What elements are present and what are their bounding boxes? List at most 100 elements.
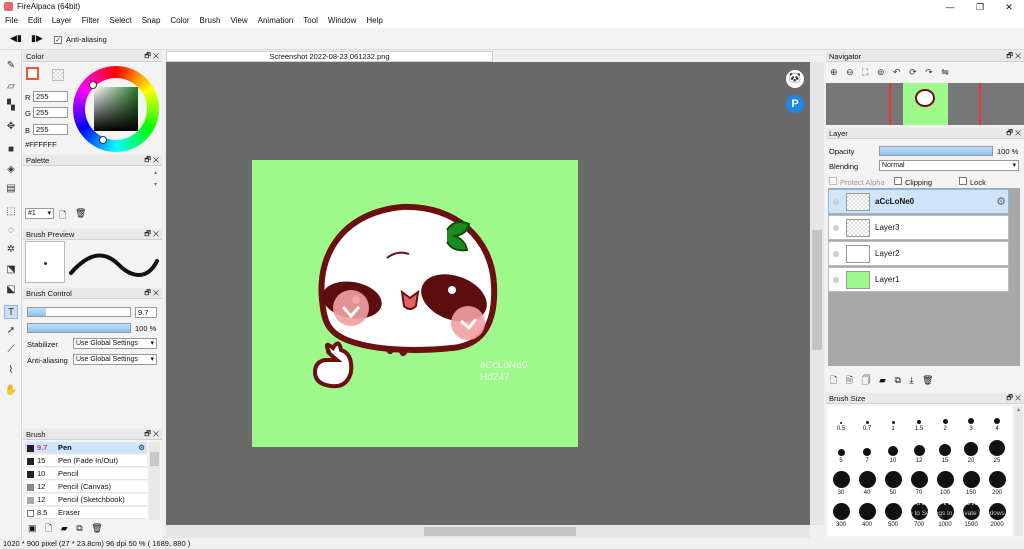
close-button[interactable]: ✕ [994,0,1024,14]
secondary-color-swatch[interactable] [52,69,64,81]
horizontal-scroll-thumb[interactable] [424,527,576,536]
brush-list-scrollbar[interactable] [149,442,160,520]
layer-row[interactable]: Layer3 [828,215,1009,240]
brush-size-option[interactable]: 500 [880,502,906,528]
panel-float-close-icon[interactable]: 🗗 ✕ [1006,51,1021,62]
new-palette-icon[interactable]: 🗋 [59,208,66,224]
magic-wand-tool-icon[interactable]: ✲ [4,243,18,257]
layer-visibility-icon[interactable] [833,251,839,257]
layer-row[interactable]: Layer2 [828,241,1009,266]
brush-size-option[interactable]: 70 [906,470,932,496]
operation-tool-icon[interactable]: ➚ [4,324,18,338]
navigator-preview[interactable] [826,83,1024,125]
select-pen-tool-icon[interactable]: ⬔ [4,263,18,277]
brush-size-input[interactable]: 9.7 [135,307,157,318]
blue-input[interactable]: 255 [33,124,68,135]
minimize-button[interactable]: — [935,0,965,14]
maximize-button[interactable]: ❐ [965,0,995,14]
menu-window[interactable]: Window [323,14,361,28]
select-tool-icon[interactable]: ⬚ [4,205,18,219]
menu-brush[interactable]: Brush [195,14,226,28]
text-tool-icon[interactable]: T [4,305,18,319]
palette-scrollbar[interactable]: ▴ ▾ [151,167,160,205]
canvas-horizontal-scrollbar[interactable] [166,525,810,538]
brush-size-option[interactable]: 1.5 [906,406,932,432]
fill-rect-tool-icon[interactable]: ■ [4,143,18,157]
artboard[interactable]: aCcLoNe0 Hd247 [252,160,578,447]
delete-palette-icon[interactable]: 🗑 [75,208,86,219]
hue-wheel[interactable] [73,66,159,152]
prev-frame-icon[interactable]: ◀▮ [10,33,22,44]
save-brush-icon[interactable]: ▣ [28,523,37,534]
duplicate-brush-icon[interactable]: ⧉ [76,523,82,534]
primary-color-swatch[interactable] [26,67,39,80]
brush-folder-icon[interactable]: ▰ [61,523,68,534]
panel-float-close-icon[interactable]: 🗗 ✕ [144,429,159,440]
menu-animation[interactable]: Animation [253,14,299,28]
brush-settings-gear-icon[interactable]: ⚙ [138,442,145,454]
menu-select[interactable]: Select [104,14,136,28]
zoom-actual-icon[interactable]: ⊚ [877,67,888,77]
brush-opacity-slider[interactable] [27,323,131,333]
eyedropper-tool-icon[interactable]: ⌇ [4,364,18,378]
brush-size-option[interactable]: 200 [984,470,1010,496]
zoom-in-icon[interactable]: ⊕ [830,67,841,77]
delete-layer-icon[interactable]: 🗑 [922,375,933,386]
rotate-right-icon[interactable]: ↷ [925,67,936,77]
flip-icon[interactable]: ⇋ [941,67,952,77]
protect-alpha-checkbox[interactable] [829,177,837,187]
menu-view[interactable]: View [225,14,252,28]
brush-size-option[interactable]: 150 [958,470,984,496]
menu-edit[interactable]: Edit [23,14,47,28]
merge-down-icon[interactable]: ⤓ [909,375,913,386]
dot-tool-icon[interactable]: ▚ [4,99,18,113]
zoom-fit-icon[interactable]: ⛶ [862,67,871,77]
lock-checkbox[interactable] [959,177,967,187]
divide-tool-icon[interactable]: ⟋ [4,343,18,357]
red-input[interactable]: 255 [33,91,68,102]
layer-settings-gear-icon[interactable]: ⚙ [996,195,1006,208]
hand-tool-icon[interactable]: ✋ [4,384,18,398]
palette-selector[interactable]: #1 [25,208,54,219]
panel-float-close-icon[interactable]: 🗗 ✕ [144,51,159,62]
delete-brush-icon[interactable]: 🗑 [91,523,102,534]
brush-antialias-select[interactable]: Use Global Settings [73,354,157,365]
brush-size-option[interactable]: 3 [958,406,984,432]
color-picker-handle[interactable] [89,81,97,89]
duplicate-layer-icon[interactable]: ⧉ [894,375,900,386]
brush-size-option[interactable]: 1 [880,406,906,432]
green-input[interactable]: 255 [33,107,68,118]
brush-item[interactable]: 10 Pencil [25,468,147,480]
antialias-checkbox[interactable] [54,35,62,44]
pixiv-icon[interactable]: P [786,95,804,113]
brush-item[interactable]: 12 Pencil (Sketchbook) [25,494,147,506]
new-1bit-layer-icon[interactable]: 🗍 [862,373,871,389]
brush-item[interactable]: 9.7 Pen ⚙ [25,442,147,454]
menu-filter[interactable]: Filter [77,14,105,28]
new-layer-icon[interactable]: 🗋 [830,373,837,389]
brush-size-option[interactable]: 100 [932,470,958,496]
brush-size-option[interactable]: 20 [958,438,984,464]
layer-opacity-slider[interactable] [879,146,993,156]
brush-size-option[interactable]: 15 [932,438,958,464]
brush-size-option[interactable]: 0.7 [854,406,880,432]
brush-size-option[interactable]: 0.5 [828,406,854,432]
brush-size-option[interactable]: 30 [828,470,854,496]
brush-item[interactable]: 12 Pencil (Canvas) [25,481,147,493]
menu-tool[interactable]: Tool [298,14,323,28]
layer-row[interactable]: Layer1 [828,267,1009,292]
brush-size-option[interactable]: 12 [906,438,932,464]
hue-handle[interactable] [99,136,107,144]
saturation-value-box[interactable] [94,87,138,131]
rotate-left-icon[interactable]: ↶ [893,67,904,77]
brush-size-option[interactable]: 2 [932,406,958,432]
brush-item[interactable]: 8.5 Eraser [25,507,147,519]
bucket-tool-icon[interactable]: ◈ [4,163,18,177]
move-tool-icon[interactable]: ✥ [4,120,18,134]
palette-swatch-area[interactable] [23,167,150,205]
brush-tool-icon[interactable]: ✎ [4,59,18,73]
menu-snap[interactable]: Snap [137,14,166,28]
stabilizer-select[interactable]: Use Global Settings [73,338,157,349]
brush-size-option[interactable]: 40 [854,470,880,496]
eraser-tool-icon[interactable]: ▱ [4,80,18,94]
